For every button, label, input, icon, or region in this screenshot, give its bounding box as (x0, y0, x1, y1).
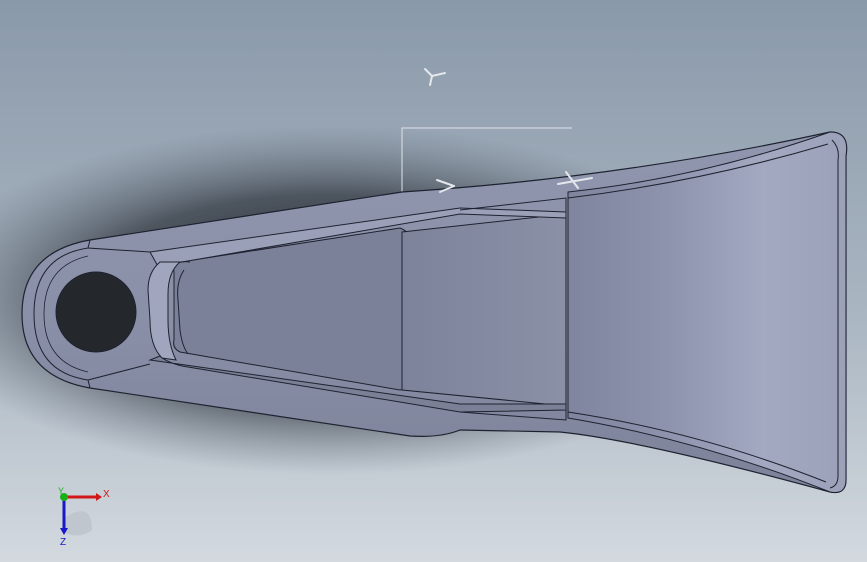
triad-z-label: Z (60, 537, 66, 548)
eye-hole[interactable] (55, 271, 137, 353)
pocket-channel (401, 213, 567, 407)
triad-x-label: X (103, 489, 110, 500)
3d-viewport[interactable]: X Y Z (0, 0, 867, 562)
triad-y-label: Y (58, 486, 64, 496)
model-canvas[interactable]: X Y Z (0, 0, 867, 562)
